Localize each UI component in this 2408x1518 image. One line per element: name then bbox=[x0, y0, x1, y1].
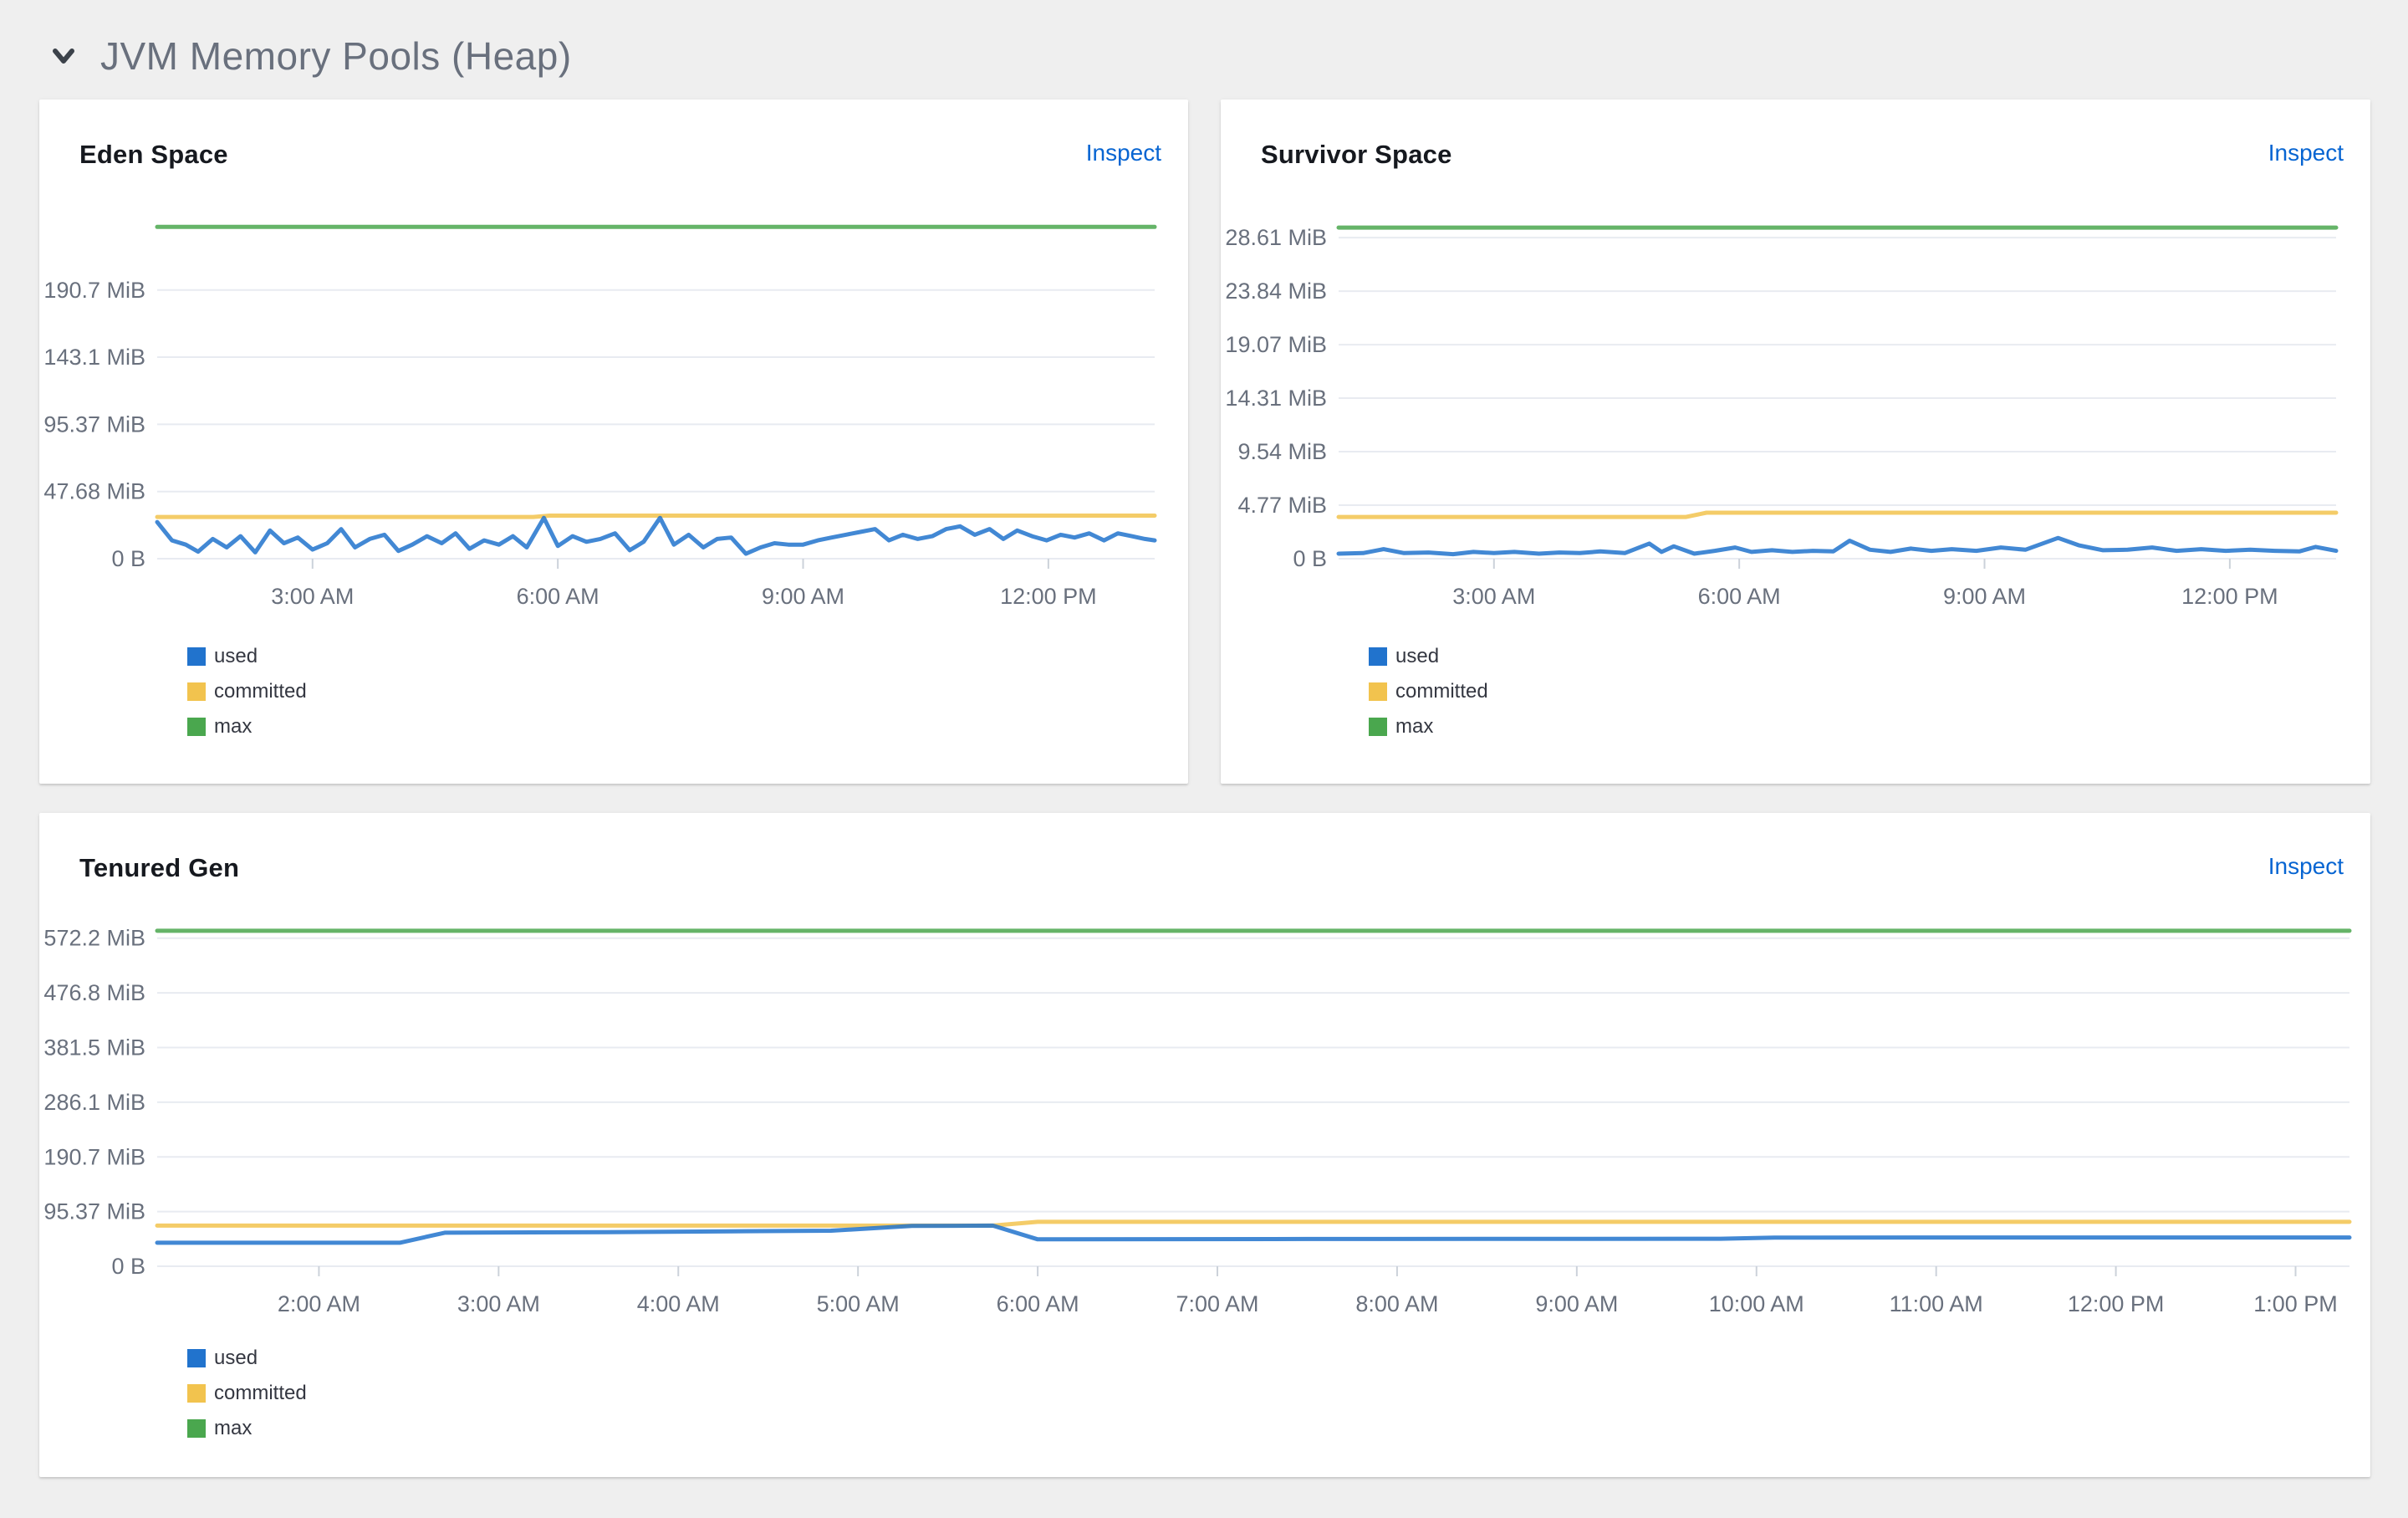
x-axis-label: 12:00 PM bbox=[1000, 584, 1097, 609]
inspect-link[interactable]: Inspect bbox=[2268, 853, 2344, 880]
used-swatch bbox=[187, 1349, 206, 1367]
y-axis-label: 0 B bbox=[111, 1254, 145, 1279]
y-axis-label: 286.1 MiB bbox=[43, 1090, 145, 1115]
x-axis-label: 12:00 PM bbox=[2181, 584, 2278, 609]
legend-label: max bbox=[214, 715, 253, 738]
y-axis-label: 23.84 MiB bbox=[1225, 279, 1327, 304]
used-swatch bbox=[1369, 647, 1387, 666]
committed-line bbox=[155, 1219, 2352, 1228]
x-axis-label: 8:00 AM bbox=[1355, 1291, 1438, 1316]
y-axis-label: 0 B bbox=[111, 546, 145, 571]
legend-label: committed bbox=[214, 680, 307, 703]
y-axis-label: 0 B bbox=[1293, 546, 1327, 571]
eden-space-card: Eden Space Inspect 0 B 47.68 MiB 95.37 MiB… bbox=[39, 100, 1188, 784]
legend-item-used[interactable]: used bbox=[1369, 645, 1488, 668]
committed-swatch bbox=[187, 1384, 206, 1403]
max-swatch bbox=[1369, 718, 1387, 736]
card-header: Survivor Space Inspect bbox=[1261, 140, 2344, 170]
chart-legend: used committed max bbox=[187, 645, 307, 739]
committed-line bbox=[1336, 510, 2339, 519]
x-axis-label: 9:00 AM bbox=[1535, 1291, 1618, 1316]
x-axis-label: 1:00 PM bbox=[2253, 1291, 2338, 1316]
y-axis-label: 19.07 MiB bbox=[1225, 332, 1327, 357]
legend-label: committed bbox=[214, 1382, 307, 1404]
used-swatch bbox=[187, 647, 206, 666]
legend-label: max bbox=[1395, 715, 1434, 738]
legend-item-used[interactable]: used bbox=[187, 645, 307, 668]
survivor-space-card: Survivor Space Inspect 0 B 4.77 MiB 9.54 M… bbox=[1221, 100, 2370, 784]
section-title: JVM Memory Pools (Heap) bbox=[100, 34, 572, 78]
legend-item-committed[interactable]: committed bbox=[1369, 680, 1488, 703]
tenured-gen-chart[interactable]: 0 B 95.37 MiB 190.7 MiB 286.1 MiB 381.5 MiB 4… bbox=[39, 907, 2370, 1336]
card-header: Tenured Gen Inspect bbox=[79, 853, 2344, 883]
x-axis-label: 3:00 AM bbox=[457, 1291, 540, 1316]
chart-title: Tenured Gen bbox=[79, 853, 240, 882]
legend-label: max bbox=[214, 1417, 253, 1439]
y-axis-label: 190.7 MiB bbox=[43, 1144, 145, 1169]
inspect-link[interactable]: Inspect bbox=[1086, 140, 1161, 166]
chevron-down-icon[interactable] bbox=[47, 39, 80, 73]
x-axis-label: 4:00 AM bbox=[637, 1291, 720, 1316]
chart-title: Survivor Space bbox=[1261, 140, 1452, 169]
jvm-memory-dashboard: { "section": { "title": "JVM Memory Pool… bbox=[0, 0, 2408, 1518]
used-line bbox=[155, 1223, 2352, 1245]
x-axis-label: 3:00 AM bbox=[1452, 584, 1535, 609]
x-axis-label: 7:00 AM bbox=[1176, 1291, 1258, 1316]
legend-item-committed[interactable]: committed bbox=[187, 680, 307, 703]
legend-label: used bbox=[214, 1347, 258, 1369]
y-axis-label: 572.2 MiB bbox=[43, 926, 145, 951]
chart-legend: used committed max bbox=[187, 1347, 307, 1440]
survivor-space-chart[interactable]: 0 B 4.77 MiB 9.54 MiB 14.31 MiB 19.07 MiB 23.… bbox=[1221, 201, 2370, 627]
y-axis-label: 9.54 MiB bbox=[1237, 439, 1327, 464]
chart-title: Eden Space bbox=[79, 140, 228, 169]
max-swatch bbox=[187, 1419, 206, 1438]
y-axis-label: 95.37 MiB bbox=[43, 1199, 145, 1224]
x-axis-label: 11:00 AM bbox=[1890, 1291, 1983, 1316]
max-swatch bbox=[187, 718, 206, 736]
x-axis-label: 9:00 AM bbox=[762, 584, 844, 609]
inspect-link[interactable]: Inspect bbox=[2268, 140, 2344, 166]
x-axis-label: 6:00 AM bbox=[517, 584, 599, 609]
legend-item-max[interactable]: max bbox=[187, 715, 307, 739]
chart-legend: used committed max bbox=[1369, 645, 1488, 739]
x-axis-label: 9:00 AM bbox=[1943, 584, 2026, 609]
x-axis-label: 5:00 AM bbox=[817, 1291, 900, 1316]
x-axis-label: 10:00 AM bbox=[1709, 1291, 1804, 1316]
legend-item-max[interactable]: max bbox=[1369, 715, 1488, 739]
committed-line bbox=[155, 514, 1157, 519]
y-axis-label: 190.7 MiB bbox=[43, 278, 145, 303]
committed-swatch bbox=[187, 682, 206, 701]
legend-item-max[interactable]: max bbox=[187, 1417, 307, 1440]
x-axis-label: 2:00 AM bbox=[278, 1291, 360, 1316]
y-axis-label: 476.8 MiB bbox=[43, 980, 145, 1005]
y-axis-label: 28.61 MiB bbox=[1225, 225, 1327, 250]
x-axis-label: 3:00 AM bbox=[271, 584, 354, 609]
legend-label: used bbox=[1395, 645, 1440, 667]
y-axis-label: 4.77 MiB bbox=[1237, 493, 1327, 518]
used-line bbox=[155, 515, 1157, 556]
y-axis-label: 95.37 MiB bbox=[43, 411, 145, 437]
legend-item-used[interactable]: used bbox=[187, 1347, 307, 1370]
x-axis-label: 6:00 AM bbox=[997, 1291, 1079, 1316]
committed-swatch bbox=[1369, 682, 1387, 701]
section-header: JVM Memory Pools (Heap) bbox=[47, 33, 572, 79]
y-axis-label: 47.68 MiB bbox=[43, 479, 145, 504]
tenured-gen-card: Tenured Gen Inspect 0 B 95.37 MiB 190.7 Mi… bbox=[39, 813, 2370, 1477]
x-axis-label: 12:00 PM bbox=[2068, 1291, 2165, 1316]
y-axis-label: 143.1 MiB bbox=[43, 345, 145, 370]
legend-label: committed bbox=[1395, 680, 1488, 703]
card-header: Eden Space Inspect bbox=[79, 140, 1161, 170]
y-axis-label: 14.31 MiB bbox=[1225, 386, 1327, 411]
legend-label: used bbox=[214, 645, 258, 667]
y-axis-label: 381.5 MiB bbox=[43, 1035, 145, 1060]
legend-item-committed[interactable]: committed bbox=[187, 1382, 307, 1405]
eden-space-chart[interactable]: 0 B 47.68 MiB 95.37 MiB 143.1 MiB 190.7 MiB 3… bbox=[39, 201, 1188, 627]
used-line bbox=[1336, 535, 2339, 557]
x-axis-label: 6:00 AM bbox=[1698, 584, 1781, 609]
